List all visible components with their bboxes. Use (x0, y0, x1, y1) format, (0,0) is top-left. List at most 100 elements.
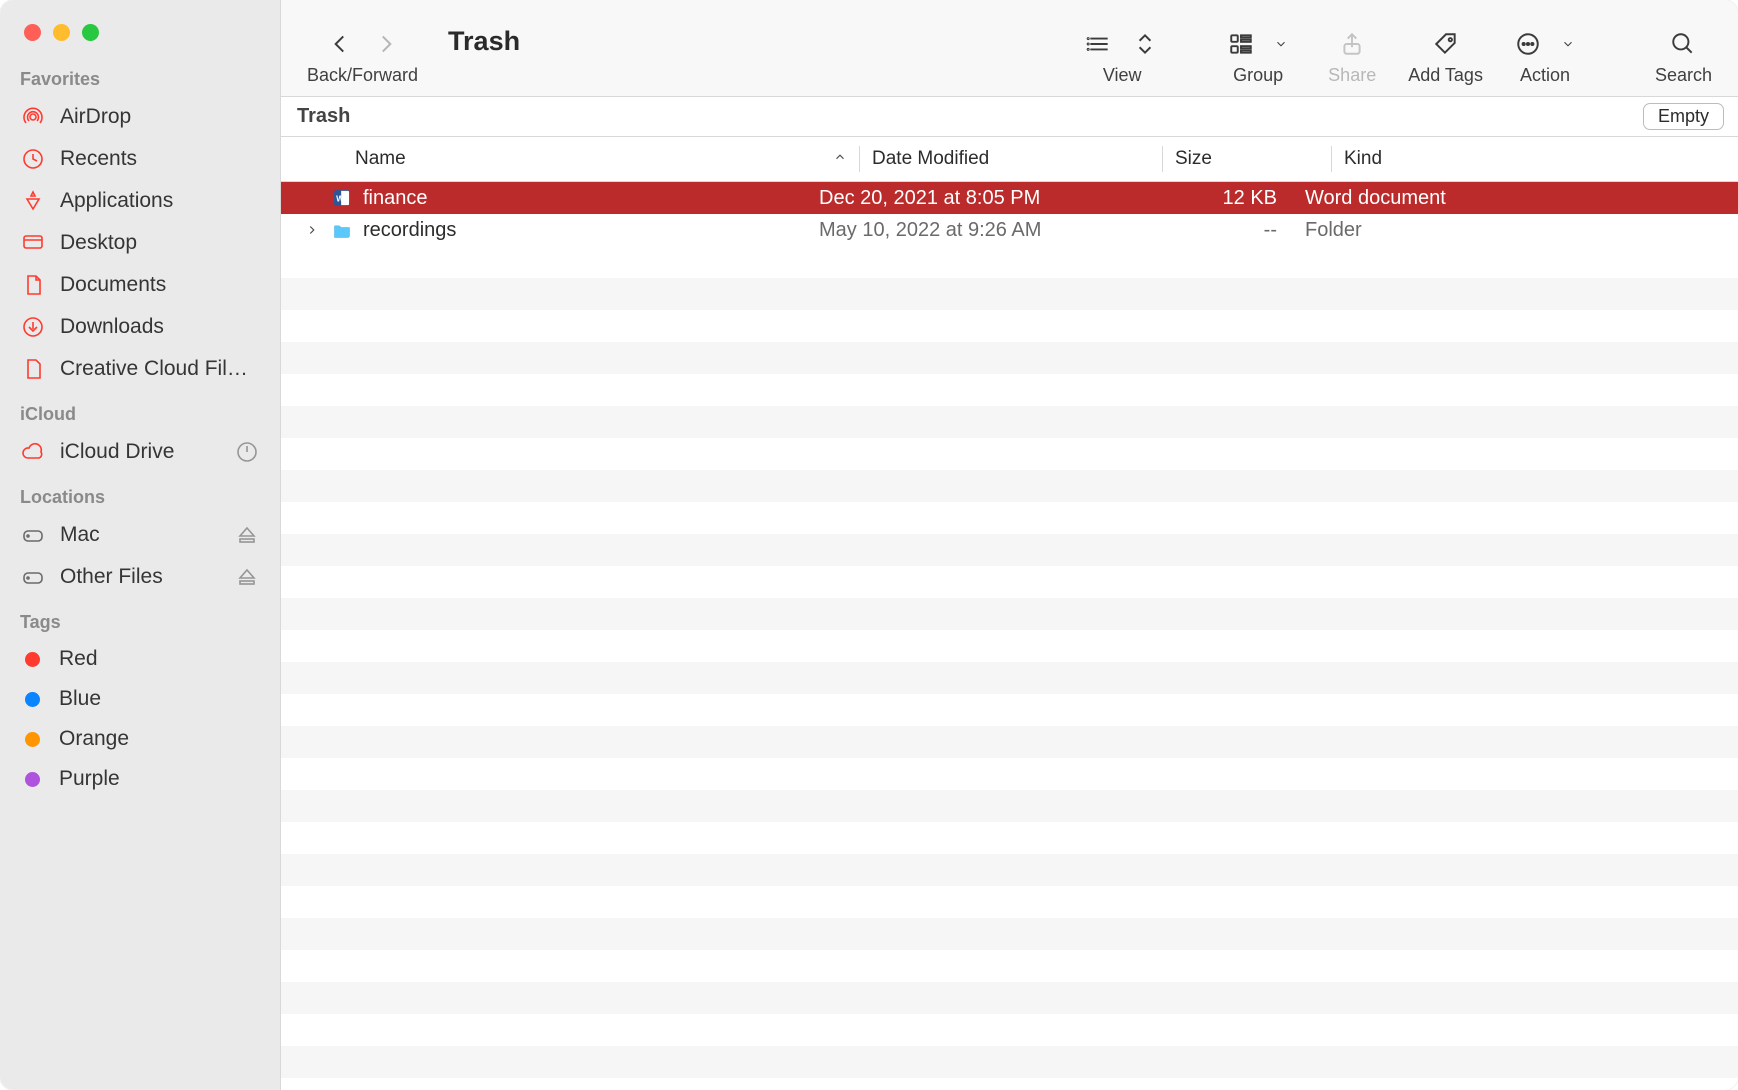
sidebar-item-airdrop[interactable]: AirDrop (0, 96, 280, 138)
download-icon (20, 314, 46, 340)
empty-trash-button[interactable]: Empty (1643, 103, 1724, 130)
sidebar-section-header: Tags (0, 598, 280, 639)
close-window-button[interactable] (24, 24, 41, 41)
eject-icon[interactable] (234, 522, 260, 548)
search-icon (1670, 31, 1696, 62)
sidebar-item-label: Recents (60, 147, 260, 171)
sidebar-item-purple[interactable]: Purple (0, 759, 280, 799)
document-icon (20, 272, 46, 298)
sidebar-item-red[interactable]: Red (0, 639, 280, 679)
group-icon (1228, 31, 1254, 62)
fullscreen-window-button[interactable] (82, 24, 99, 41)
empty-row (281, 1014, 1738, 1046)
sidebar-item-documents[interactable]: Documents (0, 264, 280, 306)
tag-icon (1433, 31, 1459, 62)
forward-button[interactable] (373, 31, 399, 62)
empty-row (281, 854, 1738, 886)
folder-file-icon (331, 219, 353, 241)
sidebar-item-orange[interactable]: Orange (0, 719, 280, 759)
sidebar-item-label: Creative Cloud Fil… (60, 357, 260, 381)
file-date: May 10, 2022 at 9:26 AM (807, 219, 1109, 242)
sidebar-item-icloud-drive[interactable]: iCloud Drive (0, 431, 280, 473)
empty-row (281, 566, 1738, 598)
tag-color-dot (25, 692, 40, 707)
column-kind[interactable]: Kind (1332, 148, 1738, 170)
view-caption: View (1103, 65, 1142, 86)
eject-icon[interactable] (234, 564, 260, 590)
file-list[interactable]: WfinanceDec 20, 2021 at 8:05 PM12 KBWord… (281, 182, 1738, 1090)
column-name[interactable]: Name (281, 148, 859, 170)
apps-icon (20, 188, 46, 214)
location-bar: Trash Empty (281, 97, 1738, 137)
column-headers: Name Date Modified Size Kind (281, 137, 1738, 182)
empty-row (281, 310, 1738, 342)
file-row[interactable]: WfinanceDec 20, 2021 at 8:05 PM12 KBWord… (281, 182, 1738, 214)
file-size: 12 KB (1109, 187, 1293, 210)
empty-row (281, 694, 1738, 726)
file-row[interactable]: recordingsMay 10, 2022 at 9:26 AM--Folde… (281, 214, 1738, 246)
empty-row (281, 470, 1738, 502)
sidebar-item-downloads[interactable]: Downloads (0, 306, 280, 348)
main-area: Back/Forward Trash View Group (281, 0, 1738, 1090)
clock-face-icon[interactable] (234, 439, 260, 465)
view-group[interactable]: View (1086, 31, 1158, 86)
window-title: Trash (448, 26, 520, 71)
sidebar-item-label: Documents (60, 273, 260, 297)
sidebar-item-label: Red (59, 647, 260, 671)
action-group[interactable]: Action (1515, 31, 1575, 86)
sidebar-item-label: Purple (59, 767, 260, 791)
empty-row (281, 1046, 1738, 1078)
empty-row (281, 918, 1738, 950)
share-caption: Share (1328, 65, 1376, 86)
group-caption: Group (1233, 65, 1283, 86)
column-date-modified[interactable]: Date Modified (860, 148, 1162, 170)
sidebar-item-label: iCloud Drive (60, 440, 220, 464)
minimize-window-button[interactable] (53, 24, 70, 41)
sidebar-section-header: Locations (0, 473, 280, 514)
column-name-label: Name (355, 148, 406, 170)
empty-row (281, 662, 1738, 694)
sidebar-item-recents[interactable]: Recents (0, 138, 280, 180)
share-group: Share (1328, 31, 1376, 86)
action-caption: Action (1520, 65, 1570, 86)
sidebar-item-label: Downloads (60, 315, 260, 339)
svg-text:W: W (336, 193, 344, 203)
sidebar-item-desktop[interactable]: Desktop (0, 222, 280, 264)
sidebar-item-label: Blue (59, 687, 260, 711)
empty-row (281, 406, 1738, 438)
file-size: -- (1109, 219, 1293, 242)
empty-row (281, 374, 1738, 406)
share-icon (1339, 31, 1365, 62)
sidebar-item-blue[interactable]: Blue (0, 679, 280, 719)
column-size[interactable]: Size (1163, 148, 1331, 170)
drive-icon (20, 522, 46, 548)
sidebar-item-label: Applications (60, 189, 260, 213)
back-forward-caption: Back/Forward (307, 65, 418, 86)
toolbar: Back/Forward Trash View Group (281, 0, 1738, 97)
tag-color-dot (25, 772, 40, 787)
empty-row (281, 502, 1738, 534)
group-group[interactable]: Group (1228, 31, 1288, 86)
sidebar-item-creative-cloud-fil-[interactable]: Creative Cloud Fil… (0, 348, 280, 390)
sidebar-item-other-files[interactable]: Other Files (0, 556, 280, 598)
clock-icon (20, 146, 46, 172)
list-view-icon (1086, 31, 1112, 62)
back-forward-group: Back/Forward (307, 31, 418, 86)
empty-row (281, 598, 1738, 630)
disclosure-triangle[interactable] (303, 223, 321, 237)
tag-color-dot (25, 732, 40, 747)
back-button[interactable] (327, 31, 353, 62)
file-kind: Word document (1293, 187, 1738, 210)
window-controls (0, 0, 280, 55)
add-tags-group[interactable]: Add Tags (1408, 31, 1483, 86)
sidebar-section-header: Favorites (0, 55, 280, 96)
empty-row (281, 278, 1738, 310)
sidebar-item-applications[interactable]: Applications (0, 180, 280, 222)
search-group[interactable]: Search (1655, 31, 1712, 86)
sidebar-item-mac[interactable]: Mac (0, 514, 280, 556)
empty-row (281, 982, 1738, 1014)
file-name: finance (363, 187, 428, 210)
empty-row (281, 726, 1738, 758)
sidebar-item-label: Desktop (60, 231, 260, 255)
location-path: Trash (297, 105, 350, 128)
